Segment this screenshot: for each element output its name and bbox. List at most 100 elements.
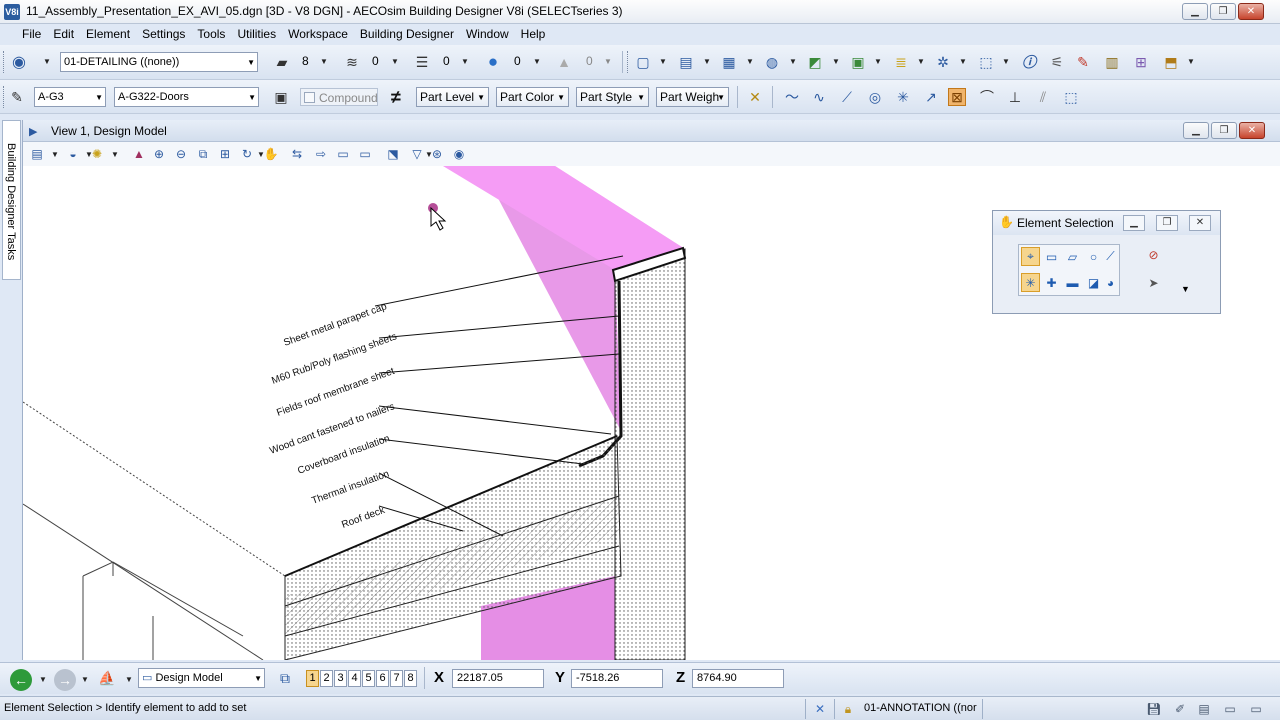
perpendicular-icon[interactable]: ⊥ [1006, 88, 1024, 106]
chevron-down-icon[interactable]: ▼ [391, 57, 399, 66]
window-area-icon[interactable]: ⧉ [195, 146, 211, 162]
active-level-status[interactable]: 01-ANNOTATION ((nor [864, 702, 977, 714]
view-5-button[interactable]: 5 [362, 670, 375, 687]
menu-window[interactable]: Window [460, 24, 515, 45]
menu-tools[interactable]: Tools [191, 24, 231, 45]
chevron-down-icon[interactable]: ▼ [832, 57, 840, 66]
view-1-button[interactable]: 1 [306, 670, 319, 687]
chevron-down-icon[interactable]: ▼ [703, 57, 711, 66]
line-icon[interactable]: 〜 [783, 88, 801, 106]
key-in-icon[interactable]: ⚟ [1048, 53, 1066, 71]
part-combo[interactable]: A-G322-Doors ▼ [114, 87, 259, 107]
view-attributes-icon[interactable]: ▤ [29, 146, 45, 162]
menu-building-designer[interactable]: Building Designer [354, 24, 460, 45]
minimize-icon[interactable]: ▁ [1183, 122, 1209, 139]
render-icon[interactable]: ◉ [451, 146, 467, 162]
part-weight-button[interactable]: Part Weigh ▼ [656, 87, 729, 107]
view-2-button[interactable]: 2 [320, 670, 333, 687]
view-rotation-icon[interactable]: ⬔ [385, 146, 401, 162]
minimize-icon[interactable]: ▁ [1182, 3, 1208, 20]
parallel-icon[interactable]: ⫽ [1034, 88, 1052, 106]
tangent-icon[interactable]: ↗ [922, 88, 940, 106]
view-cube-icon[interactable]: ▢ [634, 53, 652, 71]
chevron-down-icon[interactable]: ▼ [659, 57, 667, 66]
individual-select-icon[interactable]: ⌖ [1021, 247, 1040, 266]
arc-tool-icon[interactable]: ⌒ [978, 88, 996, 106]
close-icon[interactable]: ✕ [1239, 122, 1265, 139]
maximize-icon[interactable]: ❐ [1210, 3, 1236, 20]
part-style-button[interactable]: Part Style ▼ [576, 87, 649, 107]
lock-icon[interactable]: 🔒︎ [840, 701, 856, 717]
chevron-down-icon[interactable]: ▼ [874, 57, 882, 66]
search-icon[interactable]: ✲ [934, 53, 952, 71]
toolbar-grip[interactable] [627, 51, 630, 73]
copy-view-icon[interactable]: ▭ [335, 146, 351, 162]
view-next-icon[interactable]: ⇨ [313, 146, 329, 162]
clear-selection-icon[interactable]: ⊘ [1144, 245, 1163, 264]
document-icon[interactable]: ▤ [677, 53, 695, 71]
view-3-button[interactable]: 3 [334, 670, 347, 687]
chevron-down-icon[interactable]: ▼ [1187, 57, 1195, 66]
toolbar-grip[interactable] [3, 51, 6, 73]
chevron-down-icon[interactable]: ▼ [320, 57, 328, 66]
priority-icon[interactable]: ▲ [555, 53, 573, 71]
model-combo[interactable]: ▭ Design Model ▼ [138, 668, 265, 688]
update-view-icon[interactable]: ▲ [131, 146, 147, 162]
chevron-down-icon[interactable]: ▼ [125, 675, 133, 684]
view-7-button[interactable]: 7 [390, 670, 403, 687]
reference-icon[interactable]: ▦ [720, 53, 738, 71]
circle-icon[interactable]: ◎ [866, 88, 884, 106]
add-mode-icon[interactable]: ✚ [1042, 273, 1061, 292]
forward-icon[interactable]: → [54, 669, 76, 691]
toolbar-grip[interactable] [3, 86, 6, 108]
display-style-icon[interactable]: ◒ [65, 146, 81, 162]
menu-help[interactable]: Help [515, 24, 552, 45]
block-select-icon[interactable]: ▭ [1042, 247, 1061, 266]
menu-element[interactable]: Element [80, 24, 136, 45]
chevron-down-icon[interactable]: ▼ [47, 146, 63, 162]
fence-icon[interactable]: ⬚ [1062, 88, 1080, 106]
building-designer-tasks-tab[interactable]: Building Designer Tasks [2, 120, 21, 280]
back-icon[interactable]: ← [10, 669, 32, 691]
globe-icon[interactable]: ◍ [763, 53, 781, 71]
snap-icon[interactable]: ✳ [894, 88, 912, 106]
chevron-down-icon[interactable]: ▼ [533, 57, 541, 66]
chevron-down-icon[interactable]: ▼ [1002, 57, 1010, 66]
annotation-thermal[interactable]: Thermal insulation [310, 469, 391, 507]
chevron-down-icon[interactable]: ▼ [789, 57, 797, 66]
chevron-down-icon[interactable]: ▼ [43, 57, 51, 66]
color-icon[interactable]: ▰ [273, 53, 291, 71]
select-icon[interactable]: ⬚ [977, 53, 995, 71]
line-select-icon[interactable]: ⟋ [1101, 247, 1120, 266]
minimize-icon[interactable]: ▁ [1123, 215, 1145, 231]
menu-settings[interactable]: Settings [136, 24, 191, 45]
chevron-down-icon[interactable]: ▼ [917, 57, 925, 66]
chevron-down-icon[interactable]: ▼ [746, 57, 754, 66]
family-combo[interactable]: A-G3 ▼ [34, 87, 106, 107]
shape-select-icon[interactable]: ▱ [1063, 247, 1082, 266]
zoom-in-icon[interactable]: ⊕ [151, 146, 167, 162]
part-color-button[interactable]: Part Color ▼ [496, 87, 569, 107]
clip-volume-icon[interactable]: ▭ [357, 146, 373, 162]
z-coordinate-field[interactable]: 8764.90 [692, 669, 784, 688]
views-icon[interactable]: ⧉ [276, 669, 294, 687]
models-icon[interactable]: ▣ [849, 53, 867, 71]
levels-icon[interactable]: ≣ [892, 53, 910, 71]
view-8-button[interactable]: 8 [404, 670, 417, 687]
chevron-down-icon[interactable]: ▼ [604, 57, 612, 66]
view-6-button[interactable]: 6 [376, 670, 389, 687]
menu-file[interactable]: File [16, 24, 47, 45]
cancel-icon[interactable]: ✕ [812, 701, 828, 717]
compound-checkbox[interactable] [304, 92, 315, 103]
part-level-button[interactable]: Part Level ▼ [416, 87, 489, 107]
not-equal-icon[interactable]: ≠ [387, 87, 405, 107]
close-icon[interactable]: ✕ [1238, 3, 1264, 20]
fit-view-icon[interactable]: ⊞ [217, 146, 233, 162]
menu-workspace[interactable]: Workspace [282, 24, 354, 45]
chevron-down-icon[interactable]: ▼ [39, 675, 47, 684]
menu-utilities[interactable]: Utilities [231, 24, 282, 45]
chevron-down-icon[interactable]: ▼ [1181, 284, 1190, 294]
dimension-icon[interactable]: ✕ [746, 88, 764, 106]
parapet-wall[interactable] [614, 248, 686, 660]
arc-icon[interactable]: ⟋ [838, 88, 856, 106]
